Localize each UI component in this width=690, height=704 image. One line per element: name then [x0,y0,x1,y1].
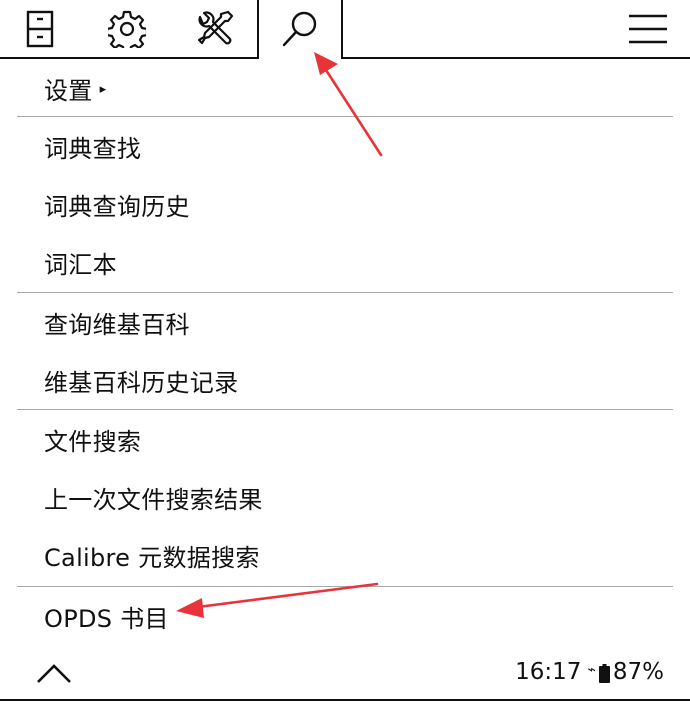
footer-bottom-border [0,699,690,701]
menu-item-label: Calibre 元数据搜索 [44,543,260,572]
top-tab-bar [0,0,690,60]
page-up-button[interactable] [34,658,74,688]
menu-item-vocabulary-builder[interactable]: 词汇本 [0,233,690,291]
search-icon [282,11,317,47]
status-footer: 16:17 ⌁ 87% [0,646,690,698]
tools-icon [197,10,234,45]
tab-tools[interactable] [184,0,246,58]
menu-item-wikipedia-history[interactable]: 维基百科历史记录 [0,351,690,409]
menu-item-label: 词典查找 [44,134,142,163]
battery-icon [598,663,610,683]
file-cabinet-icon [26,10,54,48]
menu-item-wikipedia-lookup[interactable]: 查询维基百科 [0,293,690,351]
menu-item-dictionary-lookup[interactable]: 词典查找 [0,117,690,175]
menu-item-label: 文件搜索 [44,427,142,456]
menu-item-label: 词典查询历史 [44,192,190,221]
menu-item-label: 词汇本 [44,250,117,279]
tab-file-browser[interactable] [10,0,70,58]
menu-item-label: 查询维基百科 [44,310,190,339]
active-tab-border [257,0,259,59]
menu-item-label: 设置 [44,76,93,105]
wifi-icon: ⌁ [587,662,596,678]
tab-settings[interactable] [96,0,158,58]
status-bar: 16:17 ⌁ 87% [515,656,664,688]
clock-time: 16:17 [515,659,582,685]
menu-item-label: OPDS 书目 [44,604,169,633]
menu-item-opds-catalog[interactable]: OPDS 书目 [0,587,690,645]
submenu-arrow-icon: ▸ [99,81,107,97]
menu-item-label: 上一次文件搜索结果 [44,485,263,514]
menu-item-file-search[interactable]: 文件搜索 [0,410,690,468]
battery-percent: 87% [612,659,664,685]
menu-item-calibre-metadata-search[interactable]: Calibre 元数据搜索 [0,526,690,584]
tab-main-menu[interactable] [616,0,680,58]
gear-icon [108,10,146,48]
menu-item-settings[interactable]: 设置 ▸ [0,59,690,117]
chevron-up-icon [37,664,71,683]
hamburger-menu-icon [629,14,667,44]
menu-item-last-file-search-results[interactable]: 上一次文件搜索结果 [0,468,690,526]
tab-search[interactable] [258,0,342,58]
menu-item-dictionary-history[interactable]: 词典查询历史 [0,175,690,233]
menu-item-label: 维基百科历史记录 [44,368,239,397]
active-tab-border [341,0,343,59]
